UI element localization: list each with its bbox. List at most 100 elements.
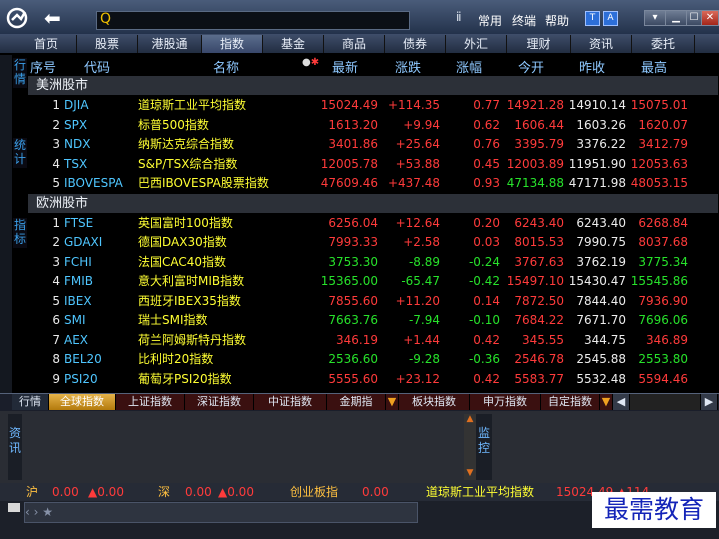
col-seq[interactable]: 序号	[30, 57, 56, 76]
tab-stocks[interactable]: 股票	[77, 35, 138, 53]
bottom-tab-csi[interactable]: 中证指数	[254, 394, 327, 410]
tab-home[interactable]: 首页	[16, 35, 77, 53]
tab-hk-connect[interactable]: 港股通	[138, 35, 202, 53]
cell-high: 15545.86	[630, 274, 688, 288]
table-row[interactable]: 5 IBOVESPA 巴西IBOVESPA股票指数 47609.46 +437.48 0.…	[28, 174, 718, 193]
scroll-right-icon[interactable]: ▶	[701, 394, 718, 410]
col-prev-close[interactable]: 昨收	[579, 57, 605, 76]
table-row[interactable]: 3 FCHI 法国CAC40指数 3753.30 -8.89 -0.24 3767.63 37…	[28, 253, 718, 272]
t-icon[interactable]: T	[585, 11, 600, 26]
dropdown-icon[interactable]: ▼	[386, 394, 399, 410]
search-input[interactable]	[96, 11, 410, 30]
side-tab-indicators[interactable]: 指标	[13, 218, 27, 248]
a-icon[interactable]: A	[603, 11, 618, 26]
cell-pct: 0.03	[473, 235, 500, 249]
left-strip	[0, 55, 12, 393]
monitor-scroll[interactable]: ▲ ▼	[464, 414, 476, 480]
menu-help[interactable]: 帮助	[545, 12, 569, 29]
tab-orders[interactable]: 委托	[632, 35, 695, 53]
table-row[interactable]: 6 SMI 瑞士SMI指数 7663.76 -7.94 -0.10 7684.22 7671.…	[28, 311, 718, 330]
watermark-logo: 最需教育	[592, 492, 716, 528]
cell-code: SPX	[64, 117, 88, 132]
cell-high: 48053.15	[630, 176, 688, 190]
table-row[interactable]: 1 DJIA 道琼斯工业平均指数 15024.49 +114.35 0.77 14921.2…	[28, 96, 718, 115]
cell-last: 15024.49	[320, 98, 378, 112]
tab-index[interactable]: 指数	[202, 35, 263, 53]
group-title: 欧洲股市	[36, 195, 89, 211]
tab-scrollbar[interactable]	[630, 394, 701, 410]
bottom-tab-custom[interactable]: 自定指数	[541, 394, 600, 410]
cell-pct: 0.42	[473, 371, 500, 386]
cell-code: FMIB	[64, 274, 94, 288]
cell-seq: 6	[52, 313, 60, 327]
table-row[interactable]: 5 IBEX 西班牙IBEX35指数 7855.60 +11.20 0.14 7872.50…	[28, 292, 718, 311]
bottom-tab-global[interactable]: 全球指数	[49, 394, 116, 410]
tab-commodities[interactable]: 商品	[324, 35, 385, 53]
cell-code: DJIA	[64, 98, 89, 112]
news-label: 资讯	[8, 426, 21, 455]
up-arrow-icon[interactable]: ▲	[464, 414, 476, 424]
bottom-tab-quotes[interactable]: 行情	[12, 394, 49, 410]
tab-bonds[interactable]: 债券	[385, 35, 446, 53]
group-header[interactable]: 欧洲股市	[28, 193, 718, 213]
maximize-button[interactable]: ☐	[686, 10, 702, 26]
table-row[interactable]: 1 FTSE 英国富时100指数 6256.04 +12.64 0.20 6243.40 62…	[28, 214, 718, 233]
tab-news[interactable]: 资讯	[571, 35, 632, 53]
table-row[interactable]: 2 GDAXI 德国DAX30指数 7993.33 +2.58 0.03 8015.53 79…	[28, 233, 718, 252]
menu-terminal[interactable]: 终端	[512, 12, 536, 29]
table-row[interactable]: 4 TSX S&P/TSX综合指数 12005.78 +53.88 0.45 12003.8…	[28, 155, 718, 174]
side-tab-quotes[interactable]: 行情	[13, 58, 27, 88]
table-row[interactable]: 2 SPX 标普500指数 1613.20 +9.94 0.62 1606.44 1603.2…	[28, 116, 718, 135]
minimize-button[interactable]: ▁	[665, 10, 687, 26]
pin-icon[interactable]: ⅱ	[456, 10, 462, 24]
cell-change: +23.12	[395, 371, 440, 386]
group-header[interactable]: 美洲股市	[28, 76, 718, 95]
dropdown-icon[interactable]: ▼	[600, 394, 613, 410]
col-change[interactable]: 涨跌	[395, 57, 421, 76]
col-high[interactable]: 最高	[641, 57, 667, 76]
col-code[interactable]: 代码	[84, 57, 110, 76]
col-open[interactable]: 今开	[518, 57, 544, 76]
close-button[interactable]: ✕	[701, 10, 719, 26]
col-name[interactable]: 名称	[213, 57, 239, 76]
dots-icon[interactable]: ●✱	[302, 57, 319, 74]
col-last[interactable]: 最新	[332, 57, 358, 76]
cell-code: BEL20	[64, 352, 102, 366]
back-arrow-icon[interactable]: ⬅	[44, 8, 68, 28]
scroll-left-icon[interactable]: ◀	[613, 394, 630, 410]
bottom-tab-sz[interactable]: 深证指数	[185, 394, 254, 410]
col-pct[interactable]: 涨幅	[456, 57, 482, 76]
table-row[interactable]: 4 FMIB 意大利富时MIB指数 15365.00 -65.47 -0.42 15497.…	[28, 272, 718, 291]
bottom-tab-sh[interactable]: 上证指数	[116, 394, 185, 410]
cell-prev-close: 7990.75	[576, 235, 626, 249]
cell-high: 3775.34	[638, 254, 688, 269]
table-row[interactable]: 3 NDX 纳斯达克综合指数 3401.86 +25.64 0.76 3395.79 3376…	[28, 135, 718, 154]
sh-label: 沪	[26, 485, 39, 499]
down-arrow-icon[interactable]: ▼	[464, 468, 476, 478]
ticker-name[interactable]: 道琼斯工业平均指数	[426, 485, 534, 499]
monitor-panel-tab[interactable]: 监控	[476, 414, 492, 480]
window-menu-button[interactable]: ▾	[644, 10, 666, 26]
table-row[interactable]: 9 PSI20 葡萄牙PSI20指数 5555.60 +23.12 0.42 5583.77…	[28, 370, 718, 389]
command-input[interactable]: ‹ › ★	[24, 502, 418, 523]
tab-funds[interactable]: 基金	[263, 35, 324, 53]
cell-open: 8015.53	[514, 235, 564, 249]
mail-icon[interactable]	[8, 503, 20, 512]
bottom-tab-sw[interactable]: 申万指数	[470, 394, 541, 410]
tab-wealth[interactable]: 理财	[507, 35, 571, 53]
bottom-tab-futures[interactable]: 金期指	[327, 394, 386, 410]
table-row[interactable]: 8 BEL20 比利时20指数 2536.60 -9.28 -0.36 2546.78 254…	[28, 350, 718, 369]
cell-open: 1606.44	[514, 117, 564, 132]
table-row[interactable]: 7 AEX 荷兰阿姆斯特丹指数 346.19 +1.44 0.42 345.55 344.75…	[28, 331, 718, 350]
news-panel-tab[interactable]: 资讯	[8, 414, 22, 480]
cell-prev-close: 344.75	[584, 332, 626, 347]
menu-common[interactable]: 常用	[478, 12, 502, 29]
cyb-label: 创业板指	[290, 485, 339, 499]
cell-change: -7.94	[408, 313, 440, 327]
side-tab-stats[interactable]: 统计	[13, 138, 27, 168]
bottom-tab-sector[interactable]: 板块指数	[399, 394, 470, 410]
tab-forex[interactable]: 外汇	[446, 35, 507, 53]
cell-pct: 0.14	[473, 293, 500, 308]
cell-high: 15075.01	[630, 98, 688, 112]
cell-open: 14921.28	[506, 98, 564, 112]
